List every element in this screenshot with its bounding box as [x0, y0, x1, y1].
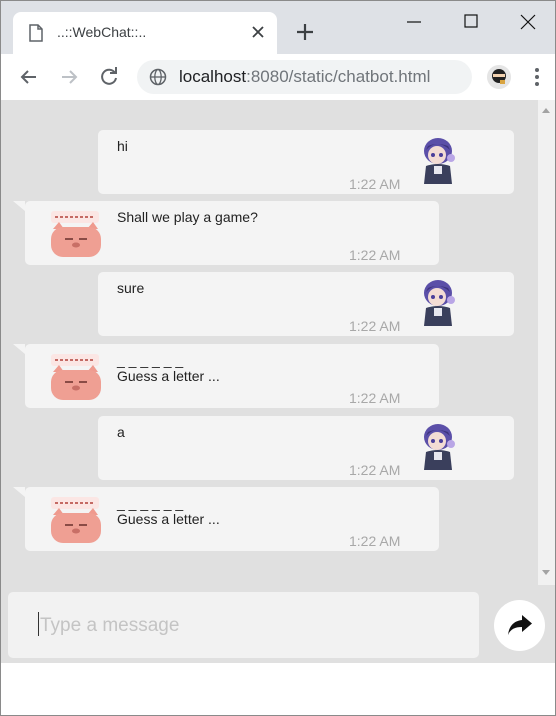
browser-tab[interactable]: ..::WebChat::.. — [13, 12, 277, 54]
message-list[interactable]: hi 1:22 AM Shall we play a game? 1:22 AM… — [1, 100, 538, 585]
bot-message: Shall we play a game? 1:22 AM — [13, 201, 439, 265]
maximize-icon[interactable] — [458, 9, 484, 35]
globe-icon[interactable] — [149, 68, 167, 86]
composer — [1, 585, 555, 663]
share-arrow-icon — [508, 615, 532, 635]
message-input[interactable] — [38, 612, 462, 640]
browser-toolbar: localhost:8080/static/chatbot.html — [1, 54, 555, 101]
tab-title: ..::WebChat::.. — [57, 24, 147, 40]
chat-area: hi 1:22 AM Shall we play a game? 1:22 AM… — [1, 100, 555, 663]
bot-message: _ _ _ _ _ _ Guess a letter ... 1:22 AM — [13, 487, 439, 551]
message-text: sure — [117, 280, 145, 296]
message-input-box[interactable] — [8, 592, 479, 658]
message-time: 1:22 AM — [349, 247, 401, 263]
message-time: 1:22 AM — [349, 533, 401, 549]
bot-cat-avatar-icon — [47, 352, 105, 402]
user-message: sure 1:22 AM — [98, 272, 514, 336]
close-icon[interactable] — [249, 23, 267, 41]
message-line: _ _ _ _ _ _ — [117, 352, 184, 368]
message-text: a — [117, 424, 125, 440]
message-text: _ _ _ _ _ _ Guess a letter ... — [117, 352, 220, 384]
message-text: hi — [117, 138, 128, 154]
bot-cat-avatar-icon — [47, 209, 105, 259]
page-icon — [29, 24, 43, 42]
user-message: a 1:22 AM — [98, 416, 514, 480]
url-host: localhost — [179, 67, 247, 86]
window-close-icon[interactable] — [515, 9, 541, 35]
bot-cat-avatar-icon — [47, 495, 105, 545]
url-text: localhost:8080/static/chatbot.html — [179, 67, 430, 87]
bot-message: _ _ _ _ _ _ Guess a letter ... 1:22 AM — [13, 344, 439, 408]
scrollbar[interactable] — [538, 100, 555, 585]
send-button[interactable] — [494, 600, 545, 651]
url-path: :8080/static/chatbot.html — [246, 67, 431, 86]
reload-icon[interactable] — [96, 64, 122, 90]
message-time: 1:22 AM — [349, 318, 401, 334]
message-text: Shall we play a game? — [117, 209, 258, 225]
user-avatar-icon — [418, 422, 456, 472]
tab-strip: ..::WebChat::.. — [1, 1, 555, 54]
message-line: Guess a letter ... — [117, 368, 220, 384]
page-footer — [1, 663, 555, 715]
message-time: 1:22 AM — [349, 390, 401, 406]
profile-avatar-icon[interactable] — [487, 65, 511, 89]
text-caret — [38, 612, 39, 636]
address-bar[interactable]: localhost:8080/static/chatbot.html — [137, 60, 472, 94]
scroll-down-arrow-icon[interactable] — [542, 570, 550, 575]
message-time: 1:22 AM — [349, 176, 401, 192]
scroll-up-arrow-icon[interactable] — [542, 108, 550, 113]
back-arrow-icon[interactable] — [16, 64, 42, 90]
minimize-icon[interactable] — [401, 9, 427, 35]
plus-icon[interactable] — [292, 19, 318, 45]
user-avatar-icon — [418, 136, 456, 186]
message-line: Guess a letter ... — [117, 511, 220, 527]
user-message: hi 1:22 AM — [98, 130, 514, 194]
message-text: _ _ _ _ _ _ Guess a letter ... — [117, 495, 220, 527]
user-avatar-icon — [418, 278, 456, 328]
message-line: _ _ _ _ _ _ — [117, 495, 184, 511]
kebab-menu-icon[interactable] — [529, 66, 545, 88]
browser-window: ..::WebChat::.. localhost:8080/static/ch… — [0, 0, 556, 716]
message-time: 1:22 AM — [349, 462, 401, 478]
forward-arrow-icon[interactable] — [56, 64, 82, 90]
